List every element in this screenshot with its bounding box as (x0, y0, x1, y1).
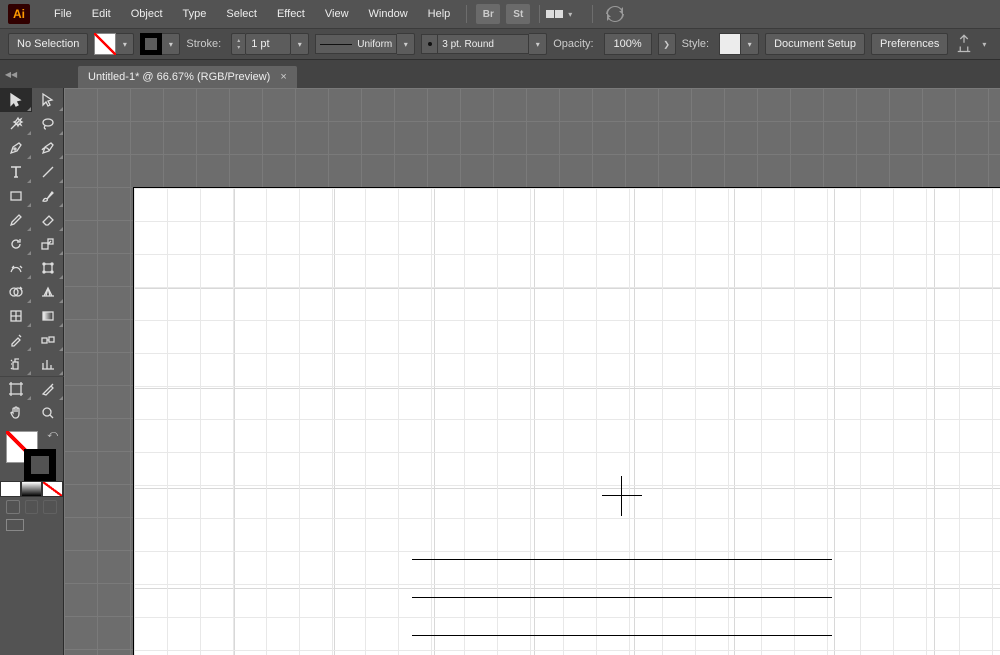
brush-dropdown[interactable]: ▾ (529, 33, 547, 55)
stroke-profile-dropdown[interactable]: ▾ (397, 33, 415, 55)
stroke-label: Stroke: (186, 38, 221, 50)
type-tool[interactable] (0, 160, 32, 184)
crosshair-cursor (602, 476, 642, 516)
menu-bar: Ai File Edit Object Type Select Effect V… (0, 0, 1000, 28)
drawn-line-2[interactable] (412, 597, 832, 598)
draw-normal[interactable] (6, 500, 20, 514)
document-tab-bar: ◀◀ Untitled-1* @ 66.67% (RGB/Preview) × (0, 60, 1000, 88)
selection-tool[interactable] (0, 88, 32, 112)
style-label: Style: (682, 38, 710, 50)
brush-definition-field[interactable]: 3 pt. Round (437, 34, 529, 54)
symbol-sprayer-tool[interactable] (0, 352, 32, 376)
mesh-tool[interactable] (0, 304, 32, 328)
menu-window[interactable]: Window (359, 0, 418, 28)
stroke-profile-field[interactable]: Uniform (315, 34, 397, 54)
color-mode-solid[interactable] (0, 481, 21, 497)
align-to-button[interactable] (954, 34, 974, 54)
column-graph-tool[interactable] (32, 352, 64, 376)
menu-view[interactable]: View (315, 0, 359, 28)
draw-mode-row (0, 497, 63, 517)
graphic-style-dropdown[interactable]: ▾ (741, 33, 759, 55)
artboard-tool[interactable] (0, 377, 32, 401)
free-transform-tool[interactable] (32, 256, 64, 280)
drawn-line-1[interactable] (412, 559, 832, 560)
swap-fill-stroke-button[interactable]: ⤺ (47, 429, 58, 440)
color-mode-row (0, 481, 63, 497)
menu-type[interactable]: Type (173, 0, 217, 28)
opacity-field[interactable] (604, 33, 652, 55)
stock-button[interactable]: St (506, 4, 530, 24)
lasso-tool[interactable] (32, 112, 64, 136)
stroke-weight-dropdown[interactable]: ▾ (291, 33, 309, 55)
control-bar: No Selection ▾ ▾ Stroke: ▴▾ ▾ Uniform ▾ … (0, 28, 1000, 60)
menu-separator (466, 5, 467, 23)
app-logo: Ai (8, 4, 30, 24)
direct-selection-tool[interactable] (32, 88, 64, 112)
magic-wand-tool[interactable] (0, 112, 32, 136)
graphic-style-swatch[interactable] (719, 33, 741, 55)
artboard[interactable] (134, 188, 1000, 655)
tools-panel: ⤺ (0, 88, 64, 655)
stroke-weight-stepper[interactable]: ▴▾ (231, 33, 245, 55)
close-tab-button[interactable]: × (280, 71, 286, 83)
line-segment-tool[interactable] (32, 160, 64, 184)
scale-tool[interactable] (32, 232, 64, 256)
preferences-button[interactable]: Preferences (871, 33, 948, 55)
opacity-dropdown[interactable]: ❯ (658, 33, 676, 55)
gradient-tool[interactable] (32, 304, 64, 328)
pen-tool[interactable] (0, 136, 32, 160)
hand-tool[interactable] (0, 401, 32, 425)
screen-mode-row (0, 517, 63, 533)
fill-color-dropdown[interactable]: ▾ (116, 33, 134, 55)
draw-behind[interactable] (25, 500, 39, 514)
zoom-tool[interactable] (32, 401, 64, 425)
menu-separator (592, 5, 593, 23)
eyedropper-tool[interactable] (0, 328, 32, 352)
document-tab-title: Untitled-1* @ 66.67% (RGB/Preview) (88, 71, 270, 83)
menu-effect[interactable]: Effect (267, 0, 315, 28)
menu-file[interactable]: File (44, 0, 82, 28)
artboard-grid (134, 188, 1000, 655)
shape-builder-tool[interactable] (0, 280, 32, 304)
draw-inside[interactable] (43, 500, 57, 514)
collapse-panels-button[interactable]: ◀◀ (4, 60, 18, 88)
align-dropdown[interactable]: ▾ (982, 40, 986, 49)
selection-indicator[interactable]: No Selection (8, 33, 88, 55)
drawn-line-3[interactable] (412, 635, 832, 636)
brush-preview-icon (421, 34, 437, 54)
menu-help[interactable]: Help (418, 0, 461, 28)
blend-tool[interactable] (32, 328, 64, 352)
stroke-proxy[interactable] (24, 449, 56, 481)
opacity-label: Opacity: (553, 38, 593, 50)
stroke-weight-field[interactable] (245, 33, 291, 55)
screen-mode-button[interactable] (6, 519, 24, 531)
bridge-button[interactable]: Br (476, 4, 500, 24)
rotate-tool[interactable] (0, 232, 32, 256)
perspective-grid-tool[interactable] (32, 280, 64, 304)
fill-color-swatch[interactable] (94, 33, 116, 55)
slice-tool[interactable] (32, 377, 64, 401)
document-area[interactable] (64, 88, 1000, 655)
menu-select[interactable]: Select (216, 0, 267, 28)
document-setup-button[interactable]: Document Setup (765, 33, 865, 55)
paintbrush-tool[interactable] (32, 184, 64, 208)
stroke-color-dropdown[interactable]: ▾ (162, 33, 180, 55)
arrange-documents-button[interactable]: ▾ (546, 5, 586, 23)
menu-edit[interactable]: Edit (82, 0, 121, 28)
fill-stroke-control: ⤺ (0, 425, 64, 481)
sync-settings-icon[interactable] (605, 4, 625, 24)
color-mode-gradient[interactable] (21, 481, 42, 497)
curvature-tool[interactable] (32, 136, 64, 160)
width-tool[interactable] (0, 256, 32, 280)
rectangle-tool[interactable] (0, 184, 32, 208)
menu-object[interactable]: Object (121, 0, 173, 28)
color-mode-none[interactable] (42, 481, 63, 497)
stroke-color-swatch[interactable] (140, 33, 162, 55)
eraser-tool[interactable] (32, 208, 64, 232)
document-tab[interactable]: Untitled-1* @ 66.67% (RGB/Preview) × (78, 66, 297, 88)
menu-separator (539, 5, 540, 23)
pencil-tool[interactable] (0, 208, 32, 232)
